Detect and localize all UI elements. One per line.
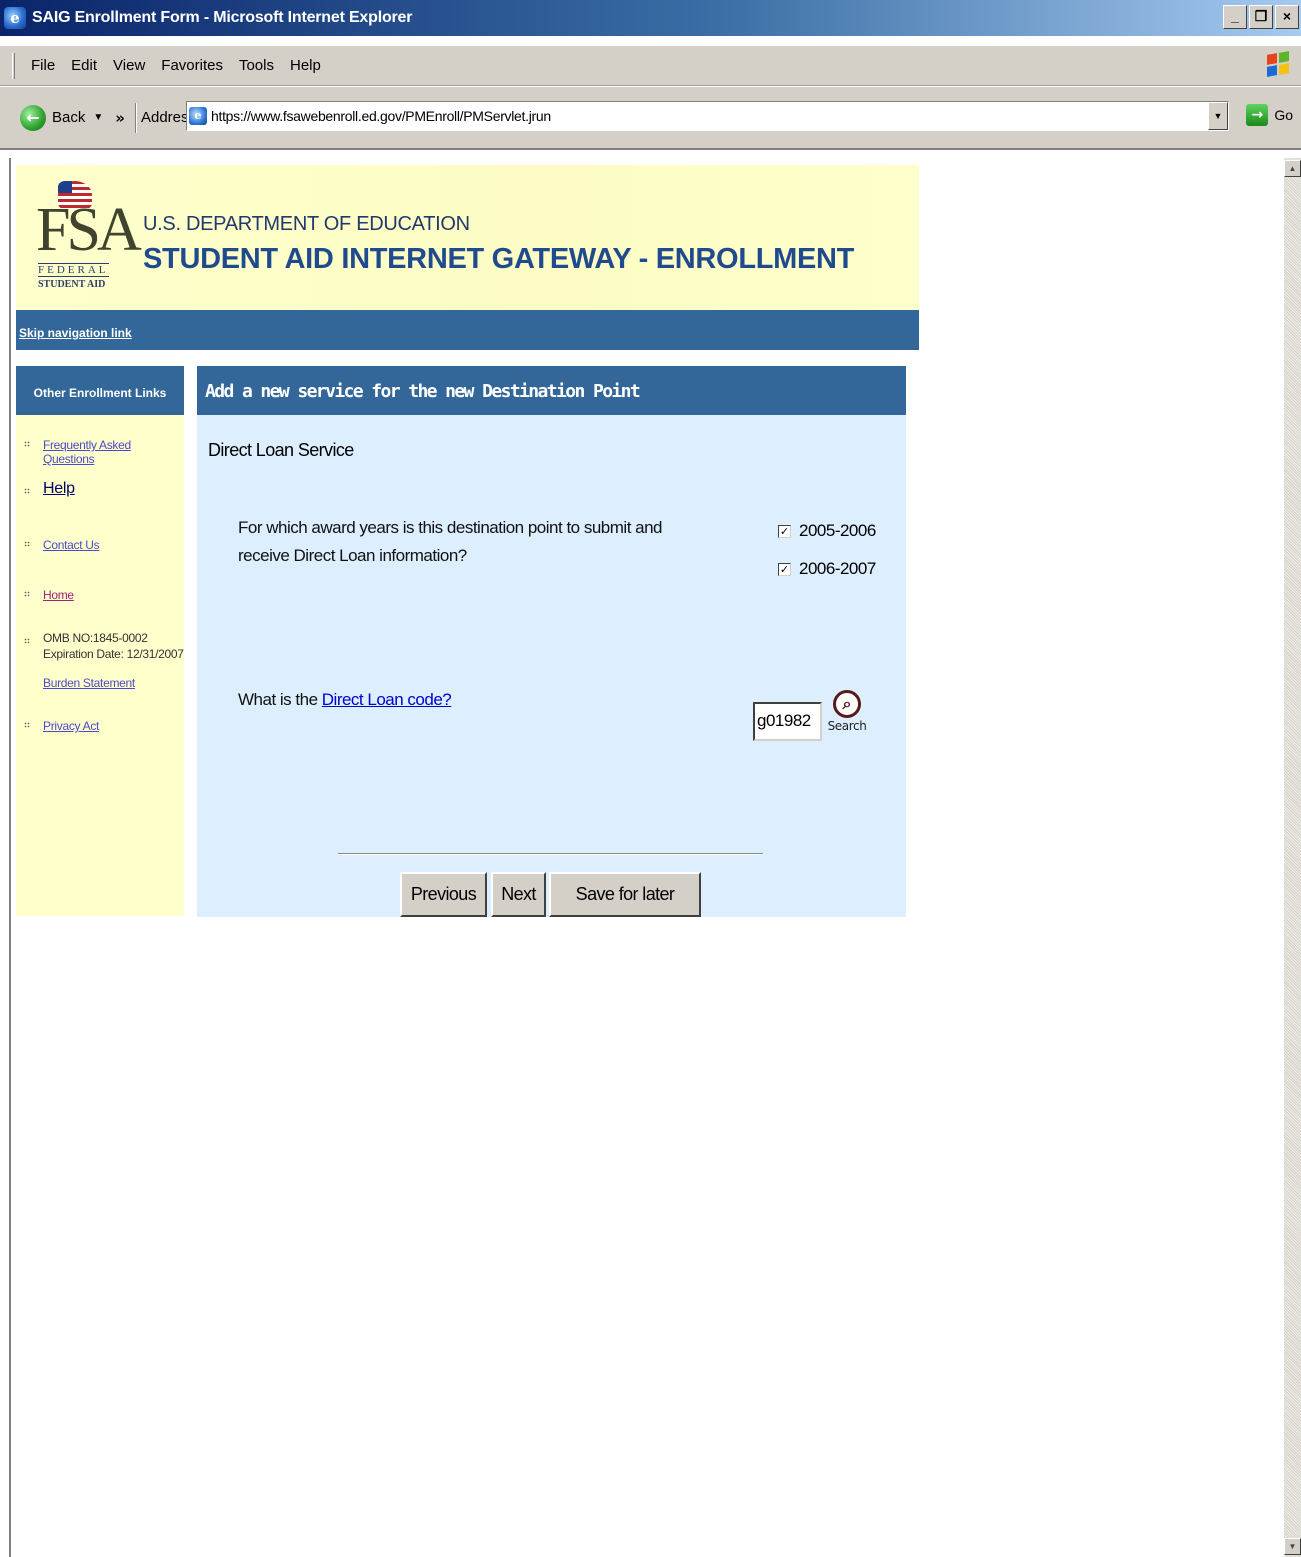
contact-us-link[interactable]: Contact Us xyxy=(43,538,100,552)
address-url: https://www.fsawebenroll.ed.gov/PMEnroll… xyxy=(211,108,551,124)
search-icon: ⌕ xyxy=(833,690,861,718)
address-dropdown-button[interactable]: ▼ xyxy=(1208,102,1228,130)
restore-button[interactable]: ❐ xyxy=(1249,5,1273,29)
sidebar: Other Enrollment Links Frequently Asked … xyxy=(16,366,184,916)
go-button[interactable]: → Go xyxy=(1246,104,1293,126)
award-years-question: For which award years is this destinatio… xyxy=(238,518,663,565)
checkbox-checked-icon[interactable]: ✓ xyxy=(778,524,791,538)
back-arrow-icon: ← xyxy=(20,104,46,131)
home-link[interactable]: Home xyxy=(43,588,74,602)
minimize-button[interactable]: _ xyxy=(1223,5,1247,29)
expiration-date: Expiration Date: 12/31/2007 xyxy=(43,647,184,661)
back-button[interactable]: ← Back ▼ xyxy=(20,104,103,131)
bullet-icon xyxy=(24,722,30,728)
menu-edit[interactable]: Edit xyxy=(71,57,97,74)
toolbar-grip xyxy=(12,52,15,79)
address-toolbar: ← Back ▼ » Address e https://www.fsawebe… xyxy=(0,86,1301,150)
question-text: What is the xyxy=(238,690,322,709)
site-banner: FSA FEDERAL STUDENT AID U.S. DEPARTMENT … xyxy=(16,165,919,310)
checkbox-checked-icon[interactable]: ✓ xyxy=(778,562,791,576)
menu-help[interactable]: Help xyxy=(290,57,321,74)
menu-file[interactable]: File xyxy=(31,57,55,74)
close-button[interactable]: × xyxy=(1275,5,1299,29)
window-controls: _ ❐ × xyxy=(1223,5,1299,29)
site-title: STUDENT AID INTERNET GATEWAY - ENROLLMEN… xyxy=(143,243,855,275)
next-button[interactable]: Next xyxy=(491,872,546,917)
back-dropdown-icon[interactable]: ▼ xyxy=(93,112,103,123)
toolbar-separator xyxy=(134,102,137,133)
burden-statement-link[interactable]: Burden Statement xyxy=(43,676,184,690)
ie-icon: e xyxy=(4,7,26,29)
privacy-act-link[interactable]: Privacy Act xyxy=(43,719,99,733)
sidebar-item-omb: OMB NO:1845-0002 Expiration Date: 12/31/… xyxy=(16,630,184,690)
form-heading: Add a new service for the new Destinatio… xyxy=(197,366,906,415)
bullet-icon xyxy=(24,441,30,447)
divider xyxy=(338,853,763,855)
sidebar-item-help[interactable]: Help xyxy=(16,480,75,498)
menu-tools[interactable]: Tools xyxy=(239,57,274,74)
more-toolbar-chevron-icon[interactable]: » xyxy=(115,109,125,127)
search-button[interactable]: ⌕ Search xyxy=(827,690,867,746)
sidebar-item-faq[interactable]: Frequently Asked Questions xyxy=(16,438,184,466)
page-icon: e xyxy=(189,107,207,125)
faq-link[interactable]: Frequently Asked Questions xyxy=(43,438,184,466)
menu-bar: File Edit View Favorites Tools Help xyxy=(0,46,1301,86)
award-year-checkbox-2005[interactable]: ✓ 2005-2006 xyxy=(778,521,876,541)
section-title: Direct Loan Service xyxy=(208,440,354,460)
menu-view[interactable]: View xyxy=(113,57,145,74)
sidebar-item-home[interactable]: Home xyxy=(16,588,74,602)
fsa-logo: FSA FEDERAL STUDENT AID xyxy=(36,175,142,300)
direct-loan-code-question: What is the Direct Loan code? xyxy=(238,690,452,710)
department-name: U.S. DEPARTMENT OF EDUCATION xyxy=(143,213,470,235)
nav-strip: Skip navigation link xyxy=(16,310,919,350)
award-year-label: 2006-2007 xyxy=(799,559,876,578)
direct-loan-code-input[interactable]: g01982 xyxy=(753,702,822,741)
sidebar-heading: Other Enrollment Links xyxy=(16,366,184,415)
go-arrow-icon: → xyxy=(1246,104,1269,126)
skip-navigation-link[interactable]: Skip navigation link xyxy=(19,326,132,340)
vertical-scrollbar[interactable]: ▲ ▼ xyxy=(1284,158,1301,1557)
address-input[interactable]: e https://www.fsawebenroll.ed.gov/PMEnro… xyxy=(186,101,1229,131)
search-label: Search xyxy=(827,719,867,733)
window-titlebar: e SAIG Enrollment Form - Microsoft Inter… xyxy=(0,0,1301,36)
windows-logo-icon xyxy=(1261,49,1295,83)
award-year-label: 2005-2006 xyxy=(799,521,876,540)
omb-number: OMB NO:1845-0002 xyxy=(43,631,148,645)
back-label: Back xyxy=(52,109,86,126)
sidebar-item-privacy[interactable]: Privacy Act xyxy=(16,719,99,733)
bullet-icon xyxy=(24,488,30,494)
go-label: Go xyxy=(1274,107,1293,123)
save-for-later-button[interactable]: Save for later xyxy=(549,872,701,917)
main-form-panel: Add a new service for the new Destinatio… xyxy=(197,366,906,917)
direct-loan-code-link[interactable]: Direct Loan code? xyxy=(322,690,452,709)
scroll-up-icon[interactable]: ▲ xyxy=(1284,160,1301,177)
sidebar-item-contact[interactable]: Contact Us xyxy=(16,538,100,552)
bullet-icon xyxy=(24,541,30,547)
menu-favorites[interactable]: Favorites xyxy=(161,57,223,74)
award-year-checkbox-2006[interactable]: ✓ 2006-2007 xyxy=(778,559,876,579)
scroll-down-icon[interactable]: ▼ xyxy=(1284,1538,1301,1555)
help-link[interactable]: Help xyxy=(43,480,75,498)
window-title: SAIG Enrollment Form - Microsoft Interne… xyxy=(32,9,413,26)
bullet-icon xyxy=(24,591,30,597)
previous-button[interactable]: Previous xyxy=(400,872,487,917)
